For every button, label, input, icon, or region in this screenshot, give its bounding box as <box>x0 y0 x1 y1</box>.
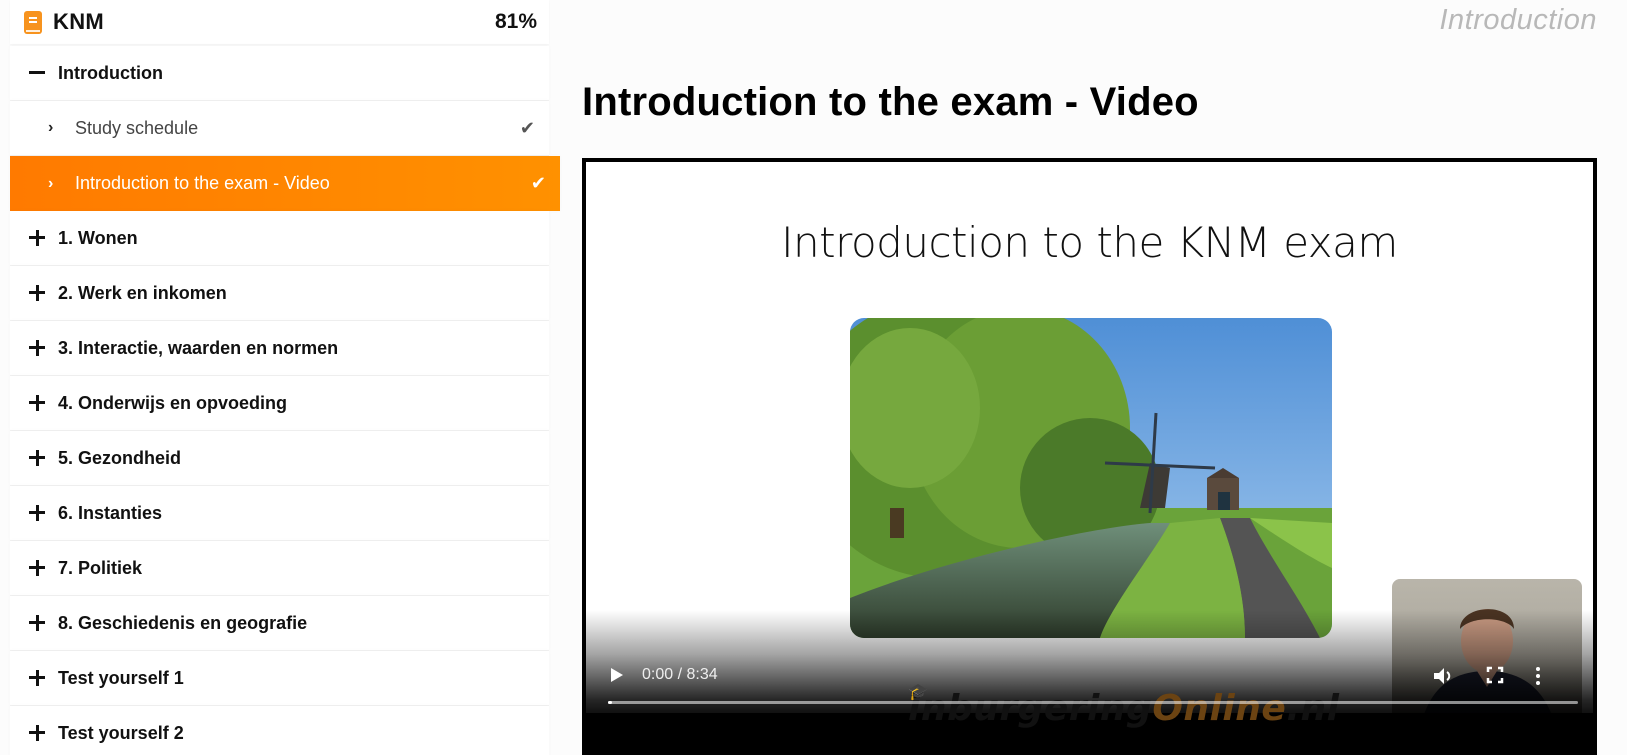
more-vertical-icon <box>1536 667 1540 685</box>
section-gezondheid[interactable]: 5. Gezondheid <box>10 431 549 486</box>
section-interactie[interactable]: 3. Interactie, waarden en normen <box>10 321 549 376</box>
seek-progress <box>608 701 612 704</box>
expand-icon[interactable] <box>28 284 46 302</box>
fullscreen-button[interactable] <box>1486 666 1504 684</box>
expand-icon[interactable] <box>28 339 46 357</box>
section-label: 8. Geschiedenis en geografie <box>58 612 308 633</box>
volume-button[interactable] <box>1432 666 1454 686</box>
section-label: 5. Gezondheid <box>58 447 182 468</box>
course-menu: Introduction › Study schedule ✔ › Introd… <box>10 46 560 755</box>
page-title: Introduction to the exam - Video <box>582 80 1199 124</box>
chevron-right-icon: › <box>48 119 54 136</box>
graduation-cap-icon: 🎓 <box>908 682 929 701</box>
windmill-photo <box>850 318 1332 638</box>
lesson-label: Introduction to the exam - Video <box>75 173 330 193</box>
section-test-yourself-1[interactable]: Test yourself 1 <box>10 651 549 706</box>
section-label: 1. Wonen <box>58 227 138 248</box>
lesson-label: Study schedule <box>75 117 199 138</box>
expand-icon[interactable] <box>28 669 46 687</box>
expand-icon[interactable] <box>28 559 46 577</box>
expand-icon[interactable] <box>28 229 46 247</box>
expand-icon[interactable] <box>28 614 46 632</box>
section-werk-en-inkomen[interactable]: 2. Werk en inkomen <box>10 266 549 321</box>
section-politiek[interactable]: 7. Politiek <box>10 541 549 596</box>
brand-watermark: 🎓 inburgeringOnline.nl <box>908 682 1340 729</box>
volume-icon <box>1434 668 1451 684</box>
time-display: 0:00 / 8:34 <box>642 666 718 683</box>
course-sidebar: KNM 81% Introduction › Study schedule ✔ … <box>10 0 560 755</box>
section-label: 4. Onderwijs en opvoeding <box>58 392 288 413</box>
windmill-landscape-image <box>850 318 1332 638</box>
play-button[interactable] <box>608 666 626 684</box>
course-title: KNM <box>53 9 105 34</box>
check-icon: ✔ <box>519 117 535 138</box>
seek-bar[interactable] <box>608 701 1578 704</box>
section-instanties[interactable]: 6. Instanties <box>10 486 549 541</box>
section-onderwijs[interactable]: 4. Onderwijs en opvoeding <box>10 376 549 431</box>
lesson-introduction-video[interactable]: › Introduction to the exam - Video ✔ <box>10 156 560 211</box>
section-label: 7. Politiek <box>58 557 143 578</box>
section-label: Test yourself 1 <box>58 667 184 688</box>
section-geschiedenis[interactable]: 8. Geschiedenis en geografie <box>10 596 549 651</box>
section-label: 2. Werk en inkomen <box>58 282 227 303</box>
presenter-image <box>1422 609 1554 721</box>
section-label: 6. Instanties <box>58 502 163 523</box>
video-player[interactable]: Introduction to the KNM exam 🎓 inburgeri… <box>582 158 1597 755</box>
page: KNM 81% Introduction › Study schedule ✔ … <box>0 0 1627 755</box>
play-icon <box>611 668 623 682</box>
fullscreen-icon <box>1486 666 1504 684</box>
expand-icon[interactable] <box>28 394 46 412</box>
book-icon <box>24 10 42 34</box>
more-options-button[interactable] <box>1534 666 1542 686</box>
section-breadcrumb: Introduction <box>1439 4 1597 36</box>
chevron-right-icon: › <box>48 174 54 192</box>
expand-icon[interactable] <box>28 449 46 467</box>
section-label: Test yourself 2 <box>58 722 184 743</box>
section-label: 3. Interactie, waarden en normen <box>58 337 339 358</box>
section-introduction[interactable]: Introduction <box>10 46 549 101</box>
expand-icon[interactable] <box>28 724 46 742</box>
presenter-webcam <box>1392 579 1582 721</box>
section-test-yourself-2[interactable]: Test yourself 2 <box>10 706 549 755</box>
check-icon: ✔ <box>530 173 546 193</box>
expand-icon[interactable] <box>28 504 46 522</box>
collapse-icon[interactable] <box>28 64 46 82</box>
course-header: KNM 81% <box>10 0 549 44</box>
slide-title: Introduction to the KNM exam <box>781 218 1398 267</box>
section-label: Introduction <box>58 62 163 83</box>
lesson-study-schedule[interactable]: › Study schedule ✔ <box>10 101 549 156</box>
course-progress: 81% <box>494 10 537 33</box>
section-wonen[interactable]: 1. Wonen <box>10 211 549 266</box>
